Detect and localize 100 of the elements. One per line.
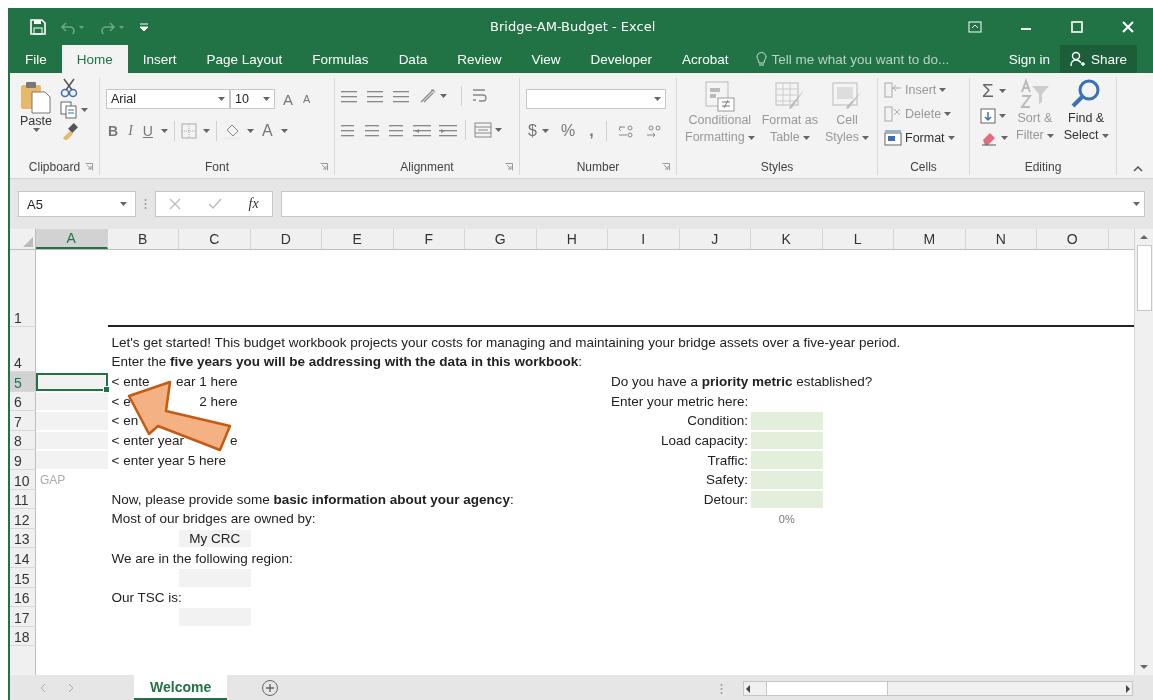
column-header[interactable]: H — [536, 229, 608, 249]
row-header[interactable]: 10 — [10, 469, 36, 490]
name-box[interactable]: A5 — [18, 191, 136, 217]
horizontal-scrollbar[interactable] — [743, 681, 1133, 696]
row-header[interactable]: 16 — [10, 587, 36, 608]
cut-icon[interactable] — [60, 78, 78, 98]
row-header[interactable]: 6 — [10, 391, 36, 412]
column-header[interactable]: C — [179, 229, 251, 249]
editing-button[interactable]: Find & Select — [1061, 78, 1111, 144]
year-input-cell[interactable] — [36, 412, 108, 430]
align-right-icon[interactable] — [389, 123, 405, 137]
italic-button[interactable]: I — [126, 123, 135, 139]
bold-button[interactable]: B — [106, 123, 121, 139]
dialog-launcher-icon[interactable] — [505, 163, 513, 171]
cells-button[interactable]: Format — [884, 126, 955, 150]
undo-icon[interactable] — [60, 19, 86, 34]
ribbon-display-icon[interactable] — [967, 20, 982, 33]
ribbon-tab[interactable]: Insert — [127, 45, 192, 73]
share-button[interactable]: Share — [1059, 45, 1137, 73]
font-name-dropdown[interactable]: Arial — [106, 89, 230, 109]
align-center-icon[interactable] — [365, 123, 381, 137]
row-header[interactable]: 15 — [10, 567, 36, 588]
ribbon-tab[interactable]: Acrobat — [667, 45, 744, 73]
dialog-launcher-icon[interactable] — [85, 163, 93, 171]
row-header[interactable]: 13 — [10, 528, 36, 549]
ribbon-tab[interactable]: File — [10, 45, 62, 73]
row-header[interactable]: 1 — [10, 250, 36, 327]
increase-indent-icon[interactable] — [439, 123, 457, 137]
column-header[interactable]: A — [36, 229, 108, 249]
currency-button[interactable]: $ — [526, 122, 539, 140]
close-icon[interactable] — [1121, 20, 1134, 33]
row-header[interactable]: 4 — [10, 327, 36, 372]
metric-input-cell[interactable] — [751, 451, 823, 469]
customize-toolbar-icon[interactable] — [140, 21, 148, 32]
select-all-icon[interactable] — [23, 237, 33, 247]
scrollbar-thumb[interactable] — [1136, 245, 1152, 311]
year-input-cell[interactable] — [36, 373, 108, 391]
fill-down-icon[interactable] — [980, 108, 996, 124]
scroll-left-icon[interactable] — [744, 683, 752, 694]
year-input-cell[interactable] — [36, 431, 108, 450]
previous-sheet-icon[interactable] — [40, 683, 46, 692]
grow-font-button[interactable]: A — [281, 90, 295, 108]
save-icon[interactable] — [30, 18, 46, 35]
align-left-icon[interactable] — [341, 123, 357, 137]
collapse-ribbon-icon[interactable] — [1133, 166, 1143, 172]
column-header[interactable]: K — [751, 229, 823, 249]
font-color-button[interactable]: A — [259, 122, 275, 140]
sheet-tab[interactable]: Welcome — [134, 675, 228, 700]
metric-input-cell[interactable] — [751, 412, 823, 430]
align-bottom-icon[interactable] — [393, 89, 409, 103]
ribbon-tab[interactable]: Review — [442, 45, 517, 73]
font-size-dropdown[interactable]: 10 — [230, 89, 275, 109]
decrease-indent-icon[interactable] — [413, 123, 431, 137]
row-header[interactable]: 11 — [10, 489, 36, 510]
scroll-right-icon[interactable] — [1124, 683, 1132, 694]
copy-icon[interactable] — [60, 101, 78, 119]
maximize-icon[interactable] — [1070, 20, 1083, 33]
number-format-dropdown[interactable] — [526, 89, 666, 109]
ribbon-tab[interactable]: Data — [383, 45, 443, 73]
enter-icon[interactable] — [207, 198, 222, 210]
borders-icon[interactable] — [180, 123, 197, 139]
merge-cells-icon[interactable] — [474, 122, 492, 138]
input-cell[interactable]: My CRC — [179, 529, 251, 548]
column-header[interactable]: N — [965, 229, 1037, 249]
wrap-text-icon[interactable] — [472, 88, 488, 104]
dialog-launcher-icon[interactable] — [662, 163, 670, 171]
autosum-button[interactable]: Σ — [980, 80, 996, 102]
cancel-icon[interactable] — [169, 198, 182, 210]
row-header[interactable]: 9 — [10, 450, 36, 470]
row-header[interactable]: 17 — [10, 607, 36, 627]
column-header[interactable]: O — [1037, 229, 1109, 249]
column-header[interactable]: E — [322, 229, 394, 249]
row-header[interactable]: 5 — [10, 372, 36, 392]
ribbon-tab[interactable]: Page Layout — [191, 45, 298, 73]
metric-input-cell[interactable] — [751, 470, 823, 489]
row-header[interactable]: 18 — [10, 626, 36, 647]
align-middle-icon[interactable] — [367, 89, 383, 103]
column-header[interactable]: J — [679, 229, 751, 249]
tell-me-field[interactable]: Tell me what you want to do... — [755, 45, 999, 73]
column-header[interactable]: D — [250, 229, 322, 249]
row-header[interactable]: 14 — [10, 548, 36, 568]
eraser-icon[interactable] — [980, 130, 998, 146]
decrease-decimal-icon[interactable] — [644, 123, 663, 139]
column-header[interactable]: G — [465, 229, 537, 249]
column-header[interactable]: I — [608, 229, 680, 249]
year-input-cell[interactable] — [36, 451, 108, 469]
column-header[interactable]: M — [894, 229, 966, 249]
scroll-down-icon[interactable] — [1139, 663, 1149, 671]
align-top-icon[interactable] — [341, 89, 357, 103]
dialog-launcher-icon[interactable] — [320, 163, 328, 171]
add-sheet-icon[interactable] — [261, 678, 280, 697]
column-header[interactable]: B — [107, 229, 179, 249]
row-header[interactable]: 8 — [10, 430, 36, 451]
sign-in-link[interactable]: Sign in — [998, 45, 1060, 73]
next-sheet-icon[interactable] — [68, 683, 74, 692]
shrink-font-button[interactable]: A — [301, 93, 313, 105]
ribbon-tab[interactable]: Formulas — [297, 45, 384, 73]
year-input-cell[interactable] — [36, 392, 108, 411]
comma-button[interactable]: , — [587, 122, 596, 140]
orientation-icon[interactable] — [419, 88, 437, 104]
